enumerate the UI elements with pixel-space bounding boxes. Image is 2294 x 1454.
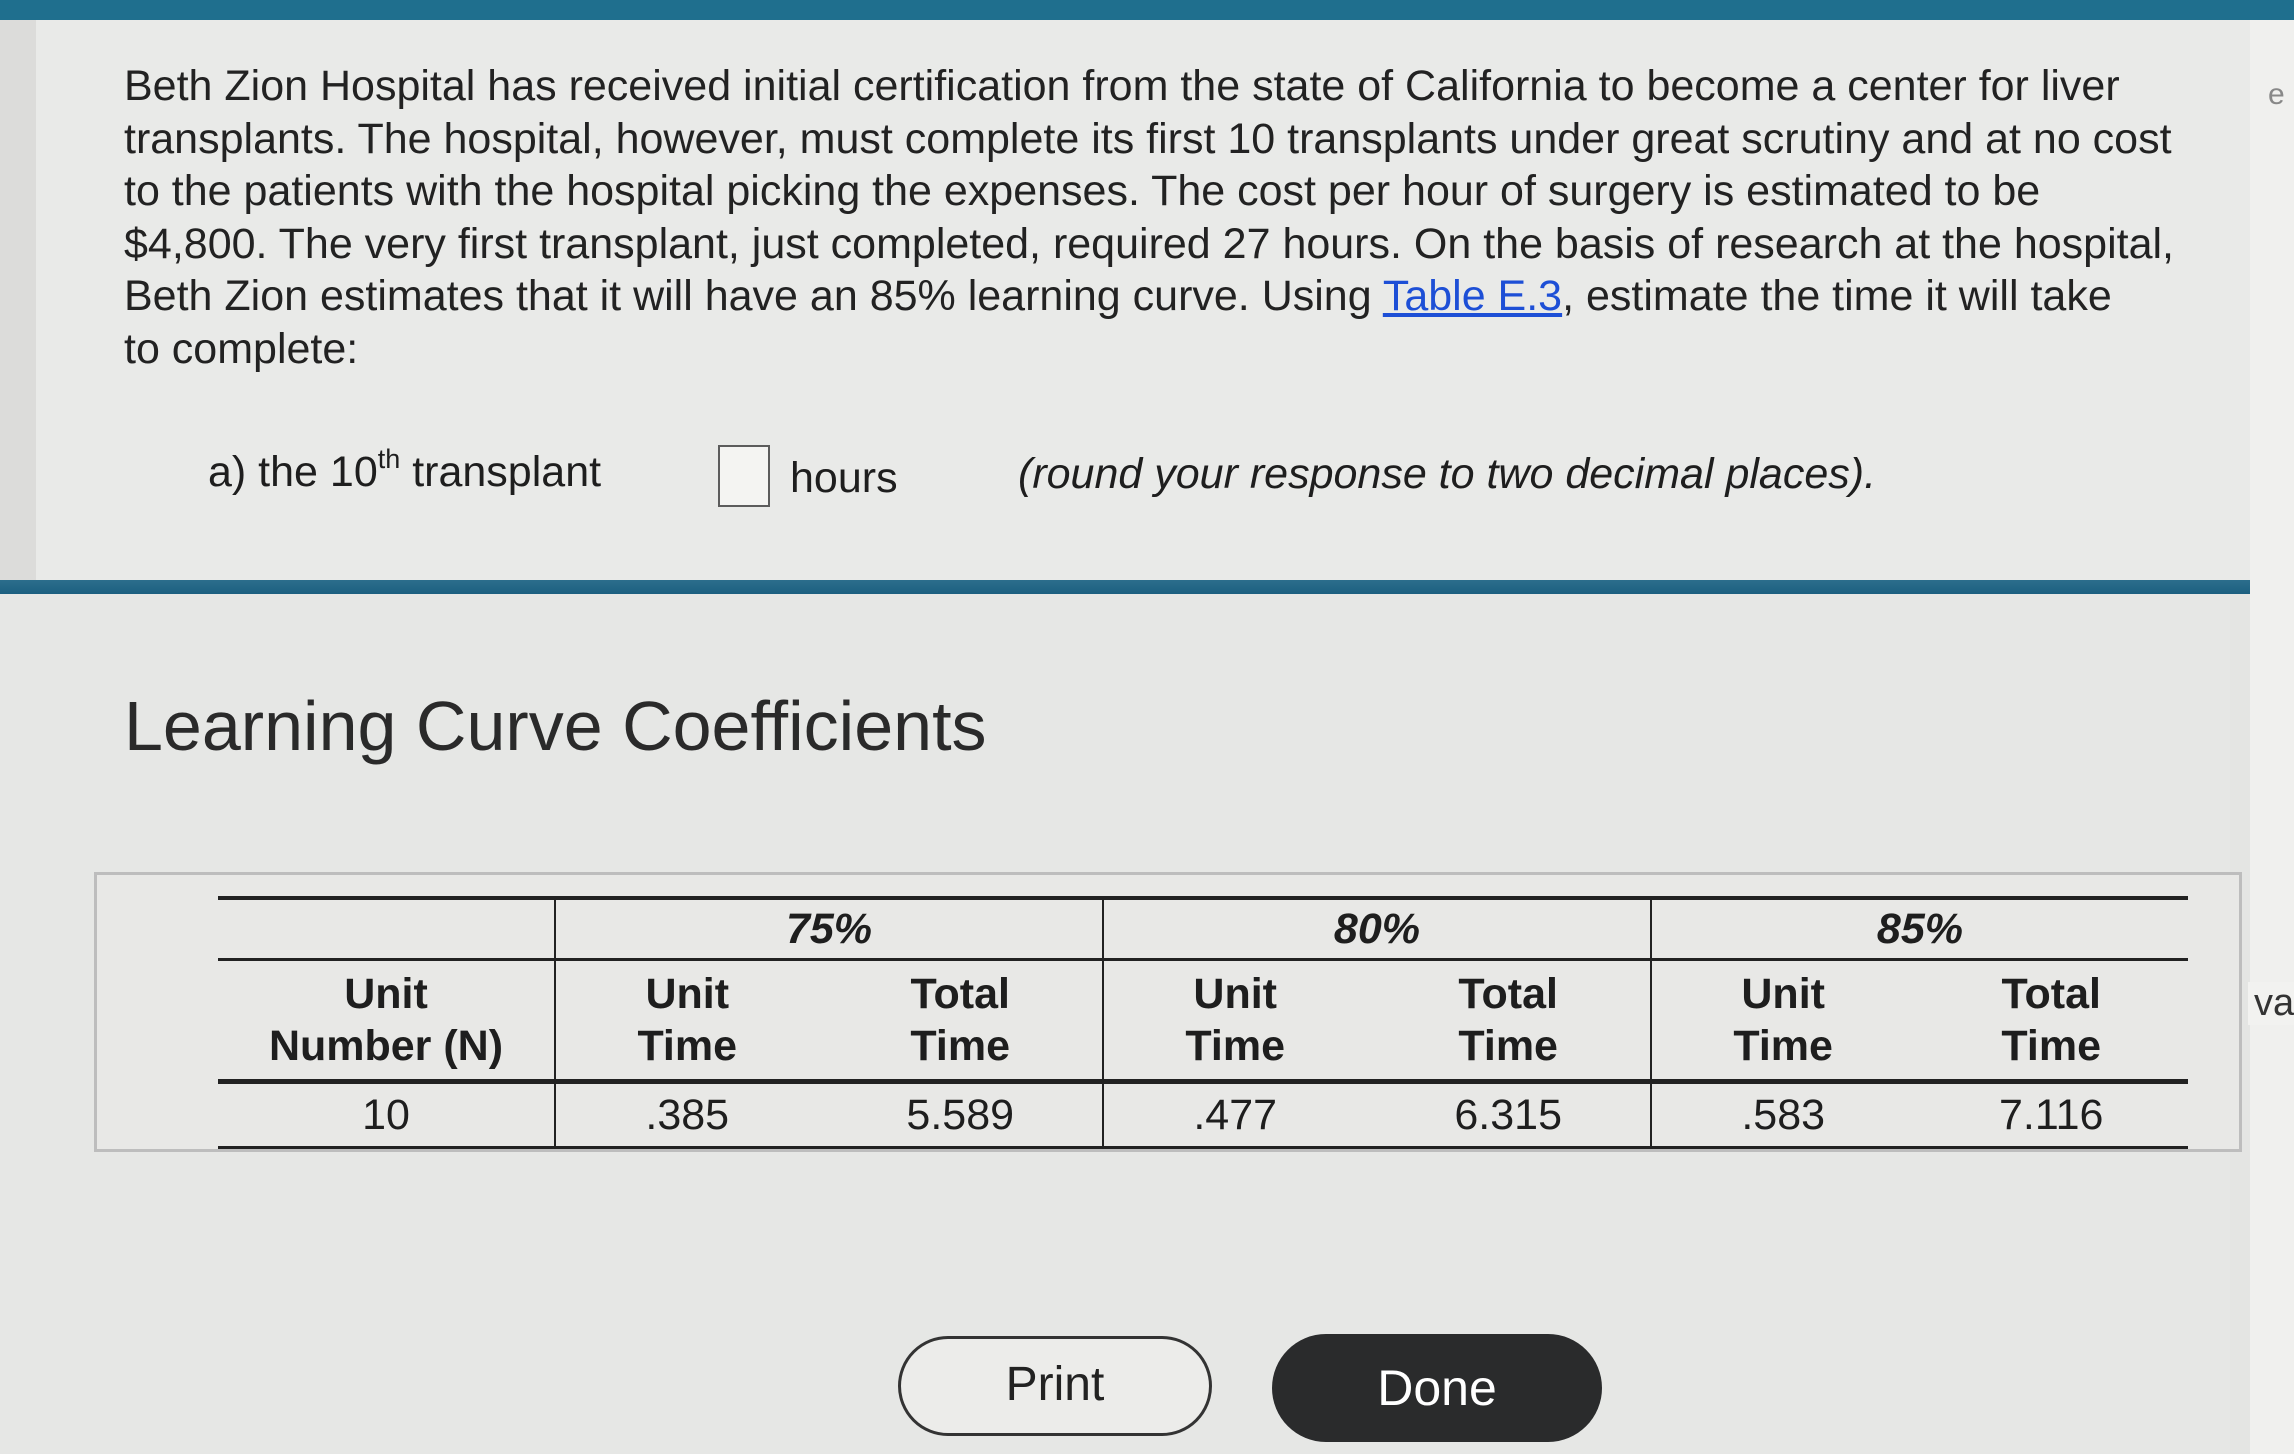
header-line: Number (N) bbox=[268, 1022, 504, 1070]
header-line: Time bbox=[637, 1022, 738, 1070]
header-line: Time bbox=[1185, 1022, 1285, 1070]
question-text-fragment: , estimate the time it will take bbox=[1562, 272, 2112, 320]
total-time-cell: 5.589 bbox=[818, 1081, 1103, 1149]
unit-time-cell: .583 bbox=[1649, 1081, 1915, 1149]
unit-number-header: Unit Number (N) bbox=[218, 959, 555, 1084]
total-time-header: Total Time bbox=[1914, 959, 2188, 1084]
popup-title: Learning Curve Coefficients bbox=[124, 687, 987, 765]
learning-curve-table: 75% 80% 85% Unit Number (N) Unit Time Tota… bbox=[218, 896, 2188, 1149]
unit-time-cell: .385 bbox=[553, 1081, 819, 1149]
unit-time-header: Unit Time bbox=[1649, 959, 1915, 1084]
total-time-cell: 7.116 bbox=[1914, 1081, 2188, 1149]
header-line: Time bbox=[910, 1022, 1011, 1070]
question-line: to complete: bbox=[124, 324, 359, 373]
unit-number-cell: 10 bbox=[218, 1081, 555, 1149]
header-line: Unit bbox=[645, 970, 730, 1018]
header-line: Unit bbox=[344, 970, 428, 1018]
percent-header: 80% bbox=[1101, 896, 1651, 961]
unit-time-header: Unit Time bbox=[553, 959, 819, 1084]
percent-header: 85% bbox=[1649, 896, 2188, 961]
question-line: transplants. The hospital, however, must… bbox=[124, 114, 2172, 163]
total-time-cell: 6.315 bbox=[1366, 1081, 1651, 1149]
header-line: Unit bbox=[1741, 970, 1825, 1018]
header-line: Time bbox=[2001, 1022, 2101, 1070]
percent-header-row: 75% 80% 85% bbox=[218, 896, 2188, 961]
header-line: Total bbox=[1458, 970, 1558, 1018]
table-row: 10 .385 5.589 .477 6.315 .583 7.116 bbox=[218, 1081, 2188, 1149]
question-panel: Beth Zion Hospital has received initial … bbox=[0, 20, 2250, 580]
question-line: Beth Zion estimates that it will have an… bbox=[124, 270, 2254, 323]
total-time-header: Total Time bbox=[818, 959, 1103, 1084]
edge-text-fragment: va bbox=[2248, 982, 2294, 1025]
part-a-suffix: transplant bbox=[400, 448, 602, 496]
top-accent-bar bbox=[0, 0, 2294, 20]
learning-curve-popup: Learning Curve Coefficients 75% 80% 85% … bbox=[0, 594, 2242, 1454]
done-button[interactable]: Done bbox=[1272, 1334, 1602, 1442]
answer-input[interactable] bbox=[718, 445, 770, 507]
question-line: to the patients with the hospital pickin… bbox=[124, 167, 2041, 215]
unit-time-header: Unit Time bbox=[1101, 959, 1367, 1084]
header-line: Total bbox=[910, 970, 1010, 1018]
hours-unit-label: hours bbox=[790, 454, 898, 502]
question-line: Beth Zion Hospital has received initial … bbox=[124, 62, 2120, 110]
column-header-row: Unit Number (N) Unit Time Total Time Unit Ti… bbox=[218, 959, 2188, 1084]
part-a-prefix: a) the 10 bbox=[208, 448, 378, 496]
print-button[interactable]: Print bbox=[898, 1336, 1212, 1436]
panel-divider bbox=[0, 580, 2250, 594]
header-line: Time bbox=[1458, 1022, 1558, 1070]
header-line: Time bbox=[1733, 1022, 1833, 1070]
question-line: $4,800. The very first transplant, just … bbox=[124, 219, 2174, 268]
question-text-fragment: Beth Zion estimates that it will have an… bbox=[124, 272, 1383, 320]
right-edge-panel bbox=[2250, 20, 2294, 1454]
table-e3-link[interactable]: Table E.3 bbox=[1383, 272, 1562, 320]
total-time-header: Total Time bbox=[1366, 959, 1651, 1084]
part-a-label: a) the 10th transplant bbox=[208, 444, 602, 497]
empty-header-cell bbox=[218, 896, 555, 961]
question-text: Beth Zion Hospital has received initial … bbox=[124, 60, 2254, 375]
rounding-instruction: (round your response to two decimal plac… bbox=[1018, 450, 1877, 498]
percent-header: 75% bbox=[554, 896, 1103, 961]
header-line: Unit bbox=[1193, 970, 1277, 1018]
unit-time-cell: .477 bbox=[1101, 1081, 1367, 1149]
edge-text-fragment: e bbox=[2268, 78, 2285, 111]
ordinal-superscript: th bbox=[377, 444, 401, 474]
part-a-row: a) the 10th transplant hours (round your… bbox=[208, 440, 2008, 507]
header-line: Total bbox=[2001, 970, 2101, 1018]
